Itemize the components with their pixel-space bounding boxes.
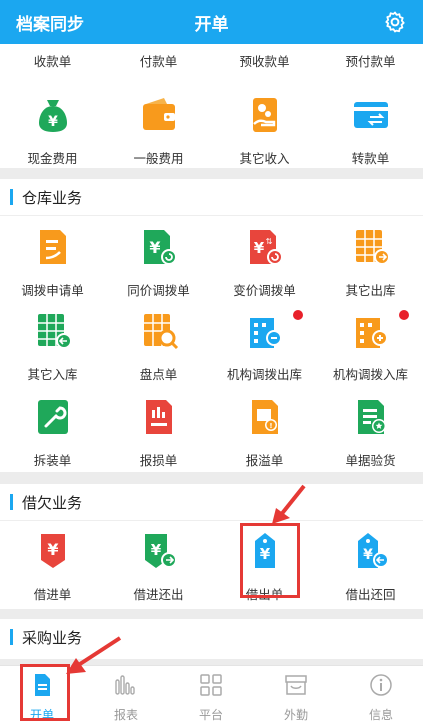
tab-platform-label: 平台: [198, 708, 223, 722]
section-marker: [10, 189, 13, 205]
loss-report-icon: [145, 400, 172, 434]
svg-text:¥: ¥: [47, 540, 58, 559]
transfer-item[interactable]: 转款单: [318, 94, 423, 167]
hand-coins-icon: [252, 98, 277, 132]
annotation-arrow-icon: [66, 636, 122, 674]
inventory-check-icon: [143, 314, 178, 350]
same-price-transfer-label: 同价调拨单: [127, 283, 190, 298]
org-transfer-out-item[interactable]: 机构调拨出库: [212, 310, 317, 383]
document-check-item[interactable]: 单据验货: [318, 396, 423, 469]
loss-report-item[interactable]: 报损单: [106, 396, 211, 469]
tab-reports[interactable]: 报表: [84, 672, 168, 723]
svg-text:¥: ¥: [150, 541, 161, 559]
cash-expense-item[interactable]: ¥ 现金费用: [0, 94, 105, 167]
cash-expense-label: 现金费用: [27, 151, 78, 166]
gear-icon[interactable]: [383, 10, 407, 34]
payment-item[interactable]: 付款单: [106, 51, 211, 70]
stock-in-label: 其它入库: [27, 367, 78, 382]
document-check-icon: [357, 400, 386, 434]
other-income-item[interactable]: 其它收入: [212, 94, 317, 167]
info-icon: [370, 674, 392, 696]
transfer-card-icon: [353, 102, 388, 128]
lend-out-return-item[interactable]: ¥ 借出还回: [318, 530, 423, 603]
same-price-transfer-icon: ¥: [143, 230, 177, 265]
tab-field[interactable]: 外勤: [254, 672, 338, 723]
notification-dot: [399, 310, 409, 320]
changed-price-transfer-label: 变价调拨单: [233, 283, 296, 298]
tab-field-label: 外勤: [283, 708, 308, 722]
borrow-in-return-label: 借进还出: [133, 587, 184, 602]
org-transfer-out-icon: [249, 318, 282, 348]
stock-out-label: 其它出库: [345, 283, 396, 298]
page-title: 开单: [194, 15, 229, 35]
section-marker: [10, 629, 13, 645]
assembly-label: 拆装单: [33, 453, 72, 468]
stock-in-icon: [37, 314, 72, 349]
advance-payment-item[interactable]: 预付款单: [318, 51, 423, 70]
assembly-icon: [37, 400, 68, 434]
svg-text:!: !: [269, 422, 272, 430]
borrow-in-icon: ¥: [40, 534, 65, 568]
transfer-request-icon: [39, 230, 66, 264]
tab-info[interactable]: 信息: [339, 672, 423, 723]
stock-in-item[interactable]: 其它入库: [0, 310, 105, 383]
borrow-in-return-item[interactable]: ¥ 借进还出: [106, 530, 211, 603]
annotation-arrow-icon: [272, 484, 306, 524]
money-bag-icon: ¥: [38, 100, 67, 132]
changed-price-transfer-item[interactable]: ¥ ⇅ 变价调拨单: [212, 226, 317, 299]
org-transfer-out-label: 机构调拨出库: [226, 367, 302, 382]
debt-section-header: 借欠业务: [0, 484, 423, 520]
app-header: 档案同步 开单: [0, 0, 423, 44]
receipt-item[interactable]: 收款单: [0, 51, 105, 70]
overflow-report-item[interactable]: ! 报溢单: [212, 396, 317, 469]
lend-out-return-icon: ¥: [357, 533, 389, 568]
store-icon: [285, 675, 307, 695]
general-expense-label: 一般费用: [133, 151, 184, 166]
svg-text:¥: ¥: [48, 114, 58, 130]
warehouse-section-header: 仓库业务: [0, 179, 423, 215]
loss-report-label: 报损单: [139, 453, 178, 468]
tab-info-label: 信息: [368, 708, 393, 722]
debt-section-title: 借欠业务: [22, 494, 83, 512]
org-transfer-in-item[interactable]: 机构调拨入库: [318, 310, 423, 383]
other-income-label: 其它收入: [239, 151, 290, 166]
borrow-in-return-icon: ¥: [144, 534, 177, 568]
document-check-label: 单据验货: [345, 453, 396, 468]
overflow-report-label: 报溢单: [245, 453, 284, 468]
transfer-request-item[interactable]: 调拨申请单: [0, 226, 105, 299]
overflow-report-icon: !: [251, 400, 278, 434]
assembly-item[interactable]: 拆装单: [0, 396, 105, 469]
stock-out-icon: [355, 230, 390, 265]
inventory-check-label: 盘点单: [139, 367, 178, 382]
warehouse-section-title: 仓库业务: [22, 189, 83, 207]
svg-text:¥: ¥: [149, 238, 160, 257]
grid-icon: [200, 674, 222, 696]
org-transfer-in-label: 机构调拨入库: [332, 367, 408, 382]
tab-reports-label: 报表: [113, 708, 138, 722]
inventory-check-item[interactable]: 盘点单: [106, 310, 211, 383]
general-expense-item[interactable]: 一般费用: [106, 94, 211, 167]
lend-out-return-label: 借出还回: [345, 587, 396, 602]
borrow-in-label: 借进单: [33, 587, 72, 602]
org-transfer-in-icon: [355, 318, 388, 348]
borrow-in-item[interactable]: ¥ 借进单: [0, 530, 105, 603]
stock-out-item[interactable]: 其它出库: [318, 226, 423, 299]
svg-text:¥: ¥: [363, 547, 373, 563]
transfer-request-label: 调拨申请单: [21, 283, 84, 298]
section-marker: [10, 494, 13, 510]
tab-platform[interactable]: 平台: [169, 672, 253, 723]
wallet-icon: [142, 98, 175, 130]
svg-text:⇅: ⇅: [265, 237, 272, 246]
advance-receipt-item[interactable]: 预收款单: [212, 51, 317, 70]
same-price-transfer-item[interactable]: ¥ 同价调拨单: [106, 226, 211, 299]
transfer-label: 转款单: [351, 151, 390, 166]
highlight-box-lend-out: [240, 523, 300, 598]
changed-price-transfer-icon: ¥ ⇅: [249, 230, 283, 265]
notification-dot: [293, 310, 303, 320]
svg-text:¥: ¥: [253, 239, 264, 257]
